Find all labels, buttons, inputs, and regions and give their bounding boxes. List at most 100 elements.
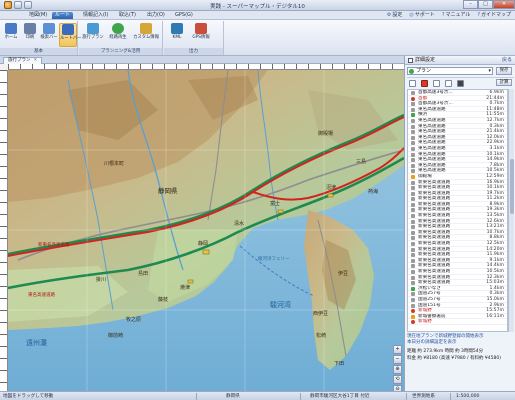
status-hint: 地図をドラッグして移動 xyxy=(3,394,54,399)
road-icon xyxy=(411,214,415,219)
road-icon xyxy=(411,118,415,123)
road-icon xyxy=(411,303,415,308)
help-icon: ? xyxy=(477,12,480,18)
home-button[interactable]: ホーム xyxy=(2,23,20,47)
search-bar-button[interactable]: 検索バー xyxy=(40,23,58,47)
menu-output[interactable]: 出力(O) xyxy=(144,12,168,19)
settings-link[interactable]: ⚙設定 xyxy=(387,12,403,19)
via-point-icon[interactable] xyxy=(433,80,440,87)
car-icon[interactable] xyxy=(409,80,416,87)
route-item-name: 新城野 xyxy=(418,319,432,325)
status-scale: 1:500,000 xyxy=(456,394,480,399)
center-button[interactable]: ⊕ xyxy=(393,365,402,374)
status-divider xyxy=(406,393,407,400)
menu-info[interactable]: 情報記入(I) xyxy=(80,12,111,19)
print-button[interactable]: 印刷 xyxy=(21,23,39,47)
map-label-city: 富士 xyxy=(270,201,281,207)
plan-icon xyxy=(87,23,99,34)
status-divider xyxy=(450,393,451,400)
route-list[interactable]: 首都高速3号渋... 6.9km 首都 21:44m 首都高速3号渋... 0.7km 東名… xyxy=(407,89,508,332)
status-bar: 地図をドラッグして移動 静岡県 静岡市駿河区大谷1丁目 付近 世界測地系 1:5… xyxy=(0,391,515,400)
status-divider xyxy=(300,393,301,400)
travel-plan-button[interactable]: 旅行プラン xyxy=(82,23,104,47)
map-label-bay: 駿河湾 xyxy=(270,301,291,309)
kml-button[interactable]: KML xyxy=(168,23,186,47)
road-icon xyxy=(411,124,415,129)
road-icon xyxy=(411,247,415,252)
ribbon-group-output: KML GPS情報 出力 xyxy=(164,21,224,55)
plan-select[interactable]: プラン ▾ xyxy=(407,67,493,75)
route-list-item[interactable]: 新城野 xyxy=(408,319,507,325)
title-bar: 実践 - スーパーマップル・デジタル10 – □ ✕ xyxy=(0,0,515,11)
map-canvas[interactable]: 静岡県 静岡 焼津 藤枝 御前崎 清水 富士 沼津 伊豆 下田 三島 熱海 西伊… xyxy=(8,70,404,391)
waypoint-icon xyxy=(411,113,415,118)
map-label-city: 伊豆 xyxy=(338,271,349,277)
map-label-city: 御前崎 xyxy=(108,333,124,339)
left-ruler xyxy=(0,70,8,391)
manual-link[interactable]: ?マニュアル xyxy=(442,12,471,19)
waypoint-icon xyxy=(411,320,415,325)
save-button[interactable]: 保存 xyxy=(496,67,512,75)
route-summary: 距離 約 273.9km 時間 約 3時間54分 料金 約 ¥8180 (高速 … xyxy=(407,349,512,362)
zoom-out-button[interactable]: − xyxy=(393,355,402,364)
printer-icon xyxy=(24,23,36,34)
map-label-road: 東名高速道路 xyxy=(28,293,55,298)
road-icon xyxy=(411,146,415,151)
road-icon xyxy=(411,102,415,107)
road-icon xyxy=(411,236,415,241)
rotate-button[interactable]: ⟲ xyxy=(393,375,402,384)
tab-travel-plan[interactable]: 旅行プラン ✕ xyxy=(3,57,43,64)
search-panel-icon xyxy=(43,23,55,34)
route-replay-button[interactable]: 経路再生 xyxy=(107,23,129,47)
menu-map[interactable]: 地図(M) xyxy=(26,12,50,19)
route-list-scrollbar[interactable] xyxy=(508,89,514,332)
menu-route[interactable]: ルート xyxy=(52,12,74,19)
panel-title: 詳細設定 xyxy=(415,57,436,63)
map-label-city: 牧之原 xyxy=(126,317,142,323)
plan-icon xyxy=(409,69,414,74)
road-icon xyxy=(411,230,415,235)
gps-info-button[interactable]: GPS情報 xyxy=(190,23,212,47)
map-view[interactable]: 静岡県 静岡 焼津 藤枝 御前崎 清水 富士 沼津 伊豆 下田 三島 熱海 西伊… xyxy=(0,64,404,391)
map-graphic xyxy=(8,70,404,391)
delete-icon[interactable] xyxy=(457,80,464,87)
zoom-controls: + − ⊕ ⟲ ⊖ xyxy=(393,345,403,394)
map-label-city: 西伊豆 xyxy=(313,311,329,317)
status-prefecture: 静岡県 xyxy=(226,394,240,399)
panel-note: 現在地プランで新城野登録の開始表示 本日分の詳細設定を表示 xyxy=(407,334,512,346)
scrollbar-thumb[interactable] xyxy=(510,159,514,214)
menu-gps[interactable]: GPS(G) xyxy=(172,12,196,19)
road-icon xyxy=(411,253,415,258)
map-label-city: 清水 xyxy=(234,221,245,227)
menu-import[interactable]: 取込(T) xyxy=(116,12,139,19)
map-label-city: 三島 xyxy=(356,159,367,165)
minimize-button[interactable]: – xyxy=(463,0,478,9)
list-icon[interactable] xyxy=(445,80,452,87)
road-icon xyxy=(411,208,415,213)
map-label-road: 新東名高速道路 xyxy=(38,243,70,248)
map-label-city: 松崎 xyxy=(316,333,327,339)
close-icon[interactable]: ✕ xyxy=(34,58,38,63)
zoom-in-button[interactable]: + xyxy=(393,345,402,354)
map-label-pref: 静岡県 xyxy=(158,187,178,195)
road-icon xyxy=(411,281,415,286)
custom-info-button[interactable]: カスタム情報 xyxy=(133,23,159,47)
close-button[interactable]: ✕ xyxy=(493,0,515,9)
status-address: 静岡市駿河区大谷1丁目 付近 xyxy=(310,394,370,399)
support-link[interactable]: ◎サポート xyxy=(409,12,434,19)
ribbon-group-planning: 旅行プラン 経路再生 カスタム情報 プランニング&活用 xyxy=(79,21,163,55)
road-icon xyxy=(411,169,415,174)
menu-bar: 地図(M) ルート 情報記入(I) 取込(T) 出力(O) GPS(G) ⚙設定… xyxy=(0,11,515,20)
guide-link[interactable]: ?ガイドマップ xyxy=(477,12,511,19)
panel-note-link[interactable]: 本日分の詳細設定を表示 xyxy=(407,340,512,346)
status-datum: 世界測地系 xyxy=(412,394,435,399)
detail-settings-checkbox[interactable] xyxy=(408,58,413,63)
custom-info-icon xyxy=(140,23,152,34)
route-bar-button[interactable]: ルートバー xyxy=(59,23,81,47)
start-point-icon[interactable] xyxy=(421,80,428,87)
back-button[interactable]: 戻る xyxy=(502,57,512,64)
calculate-button[interactable]: 計算 xyxy=(496,79,512,86)
map-label-city: 下田 xyxy=(334,361,345,367)
maximize-button[interactable]: □ xyxy=(478,0,493,9)
road-icon xyxy=(411,191,415,196)
